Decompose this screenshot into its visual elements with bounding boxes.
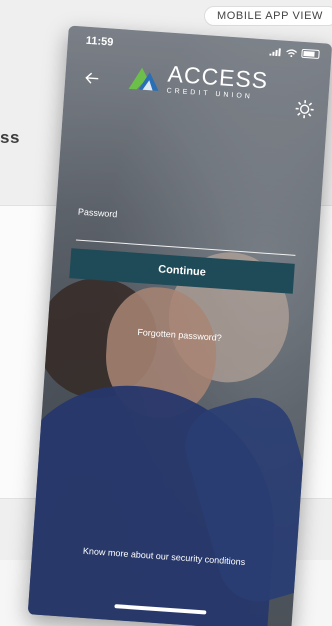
arrow-left-icon[interactable] (80, 69, 103, 92)
signal-icon (269, 47, 281, 56)
status-time: 11:59 (85, 34, 114, 49)
phone-screen: 11:59 ACCESS CREDIT UNION Password Conti… (27, 25, 332, 626)
background-title-fragment: ss (0, 128, 20, 147)
mobile-app-view-tag: MOBILE APP VIEW (204, 6, 332, 26)
wifi-icon (286, 48, 298, 57)
gear-icon[interactable] (293, 97, 316, 120)
status-indicators (269, 47, 320, 60)
battery-icon (301, 48, 320, 60)
logo-mark (128, 67, 159, 91)
